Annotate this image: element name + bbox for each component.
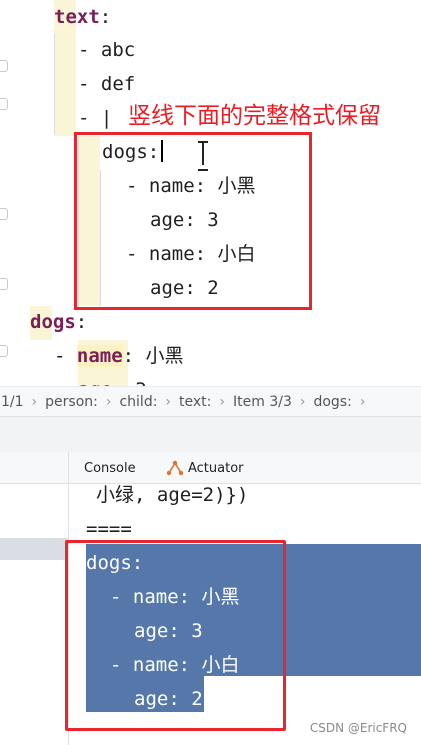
code-line[interactable]: - | [78, 101, 112, 135]
breadcrumb-item[interactable]: person: [45, 394, 106, 410]
breadcrumb-item[interactable]: dogs: [313, 394, 359, 410]
breadcrumb-separator: › [165, 393, 172, 410]
code-editor[interactable]: text: - abc - def - | dogs: - name: 小黑 a… [0, 0, 421, 386]
tab-actuator-label: Actuator [188, 460, 244, 476]
actuator-icon [166, 460, 184, 476]
code-line[interactable]: - abc [78, 33, 135, 67]
fold-marker[interactable] [0, 345, 8, 357]
annotation-red-box [65, 540, 286, 731]
code-line[interactable]: - def [78, 67, 135, 101]
breadcrumb-separator: › [31, 393, 38, 410]
breadcrumb-separator: › [359, 393, 366, 410]
tab-actuator[interactable]: Actuator [166, 452, 244, 484]
yaml-key: name [76, 345, 123, 367]
breadcrumb-position: 1/1 [1, 393, 24, 410]
services-tree-selected-row[interactable] [0, 538, 68, 560]
code-line[interactable]: dogs: [30, 305, 87, 339]
breadcrumb-separator: › [105, 393, 112, 410]
yaml-key: text [54, 6, 100, 28]
fold-marker[interactable] [0, 60, 8, 72]
breadcrumb-separator: › [219, 393, 225, 410]
indent-line [54, 34, 55, 134]
editor-gutter [0, 0, 12, 386]
fold-marker[interactable] [0, 98, 8, 110]
fold-marker[interactable] [0, 208, 8, 220]
tool-window-header [0, 416, 421, 452]
watermark: CSDN @EricFRQ [309, 721, 407, 735]
console-line: 小绿, age=2)}) [96, 484, 249, 506]
annotation-text: 竖线下面的完整格式保留 [128, 103, 381, 129]
code-line[interactable]: - name: 小黑 [54, 339, 184, 373]
services-tree-panel[interactable] [0, 484, 68, 745]
breadcrumb-item[interactable]: text: [179, 394, 219, 410]
tab-console-label: Console [84, 460, 136, 476]
breadcrumb-separator: › [299, 393, 306, 410]
breadcrumb-item[interactable]: Item 3/3 [233, 394, 300, 410]
annotation-red-box [74, 132, 312, 310]
tab-console[interactable]: Console [84, 452, 136, 484]
breadcrumb-item[interactable]: child: [119, 394, 165, 410]
code-line[interactable]: age: 3 [78, 373, 147, 386]
code-line[interactable]: text: [54, 0, 111, 34]
yaml-key: dogs [30, 311, 76, 333]
breadcrumb: 1/1 › person: › child: › text: › Item 3/… [0, 386, 421, 416]
fold-marker[interactable] [0, 278, 8, 290]
